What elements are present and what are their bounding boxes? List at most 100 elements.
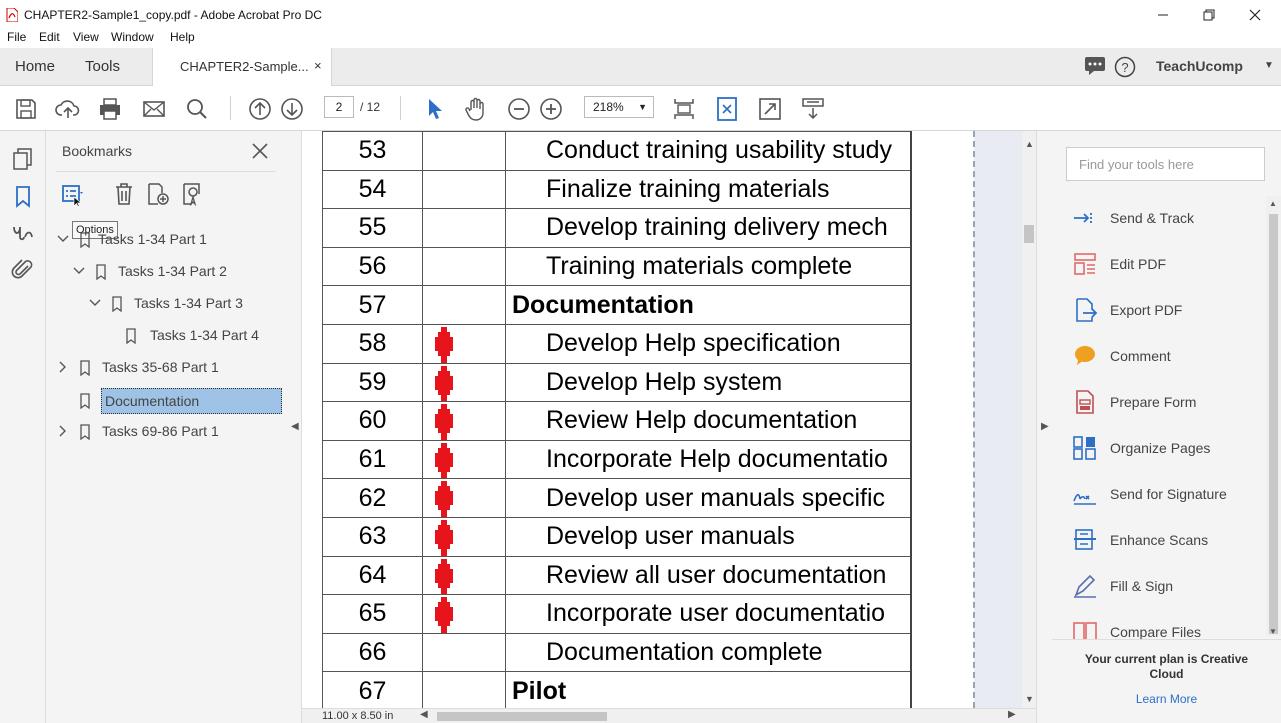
task-number: 62: [322, 478, 423, 518]
scrollbar-thumb[interactable]: [1024, 225, 1034, 243]
new-bookmark-icon[interactable]: [144, 181, 170, 207]
find-bookmark-icon[interactable]: [180, 181, 206, 207]
save-icon[interactable]: [13, 96, 39, 122]
tool-fill-sign[interactable]: Fill & Sign: [1072, 571, 1262, 601]
bookmark-item[interactable]: Tasks 1-34 Part 4: [104, 325, 276, 347]
scroll-down-icon[interactable]: ▼: [1025, 694, 1034, 704]
fit-page-icon[interactable]: [714, 96, 740, 122]
attachments-icon[interactable]: [11, 258, 35, 282]
scroll-right-icon[interactable]: ▶: [1008, 709, 1016, 720]
close-panel-icon[interactable]: [250, 141, 270, 161]
page-thumbnails-icon[interactable]: [11, 147, 35, 171]
bookmark-item[interactable]: Tasks 35-68 Part 1: [56, 357, 276, 379]
find-tools-input[interactable]: Find your tools here: [1066, 147, 1265, 181]
tool-enhance-scans[interactable]: Enhance Scans: [1072, 525, 1262, 555]
restore-button[interactable]: [1186, 0, 1232, 28]
menu-view[interactable]: View: [73, 30, 99, 44]
collapse-right-icon[interactable]: ▶: [1041, 421, 1049, 432]
task-name: Finalize training materials: [505, 169, 912, 210]
scroll-up-icon[interactable]: ▲: [1269, 199, 1277, 208]
task-table: 53 Conduct training usability study 54 Fina…: [322, 131, 912, 708]
chevron-down-icon[interactable]: [72, 264, 86, 278]
bookmarks-panel-icon[interactable]: [11, 184, 35, 208]
document-vertical-scrollbar[interactable]: ▲ ▼: [1022, 131, 1036, 708]
next-page-icon[interactable]: [279, 96, 305, 122]
email-icon[interactable]: [141, 96, 167, 122]
help-icon[interactable]: ?: [1114, 56, 1136, 78]
print-icon[interactable]: [97, 96, 123, 122]
tool-comment[interactable]: Comment: [1072, 341, 1262, 371]
scrollbar-thumb[interactable]: [1269, 214, 1278, 634]
menu-file[interactable]: File: [7, 30, 26, 44]
page-display-icon[interactable]: [671, 96, 697, 122]
horizontal-scrollbar-thumb[interactable]: [437, 712, 607, 721]
close-icon: [1249, 9, 1261, 21]
zoom-out-icon[interactable]: [506, 96, 532, 122]
menu-help[interactable]: Help: [170, 30, 195, 44]
task-row: 59 Develop Help system: [322, 362, 912, 403]
task-row: 66 Documentation complete: [322, 632, 912, 673]
zoom-in-icon[interactable]: [538, 96, 564, 122]
bookmark-options-icon[interactable]: [60, 181, 86, 207]
chevron-right-icon[interactable]: [56, 424, 70, 438]
tab-document[interactable]: CHAPTER2-Sample... ×: [152, 48, 332, 86]
scroll-left-icon[interactable]: ◀: [420, 709, 428, 720]
close-tab-button[interactable]: ×: [314, 58, 322, 73]
minimize-button[interactable]: [1140, 0, 1186, 28]
task-row: 56 Training materials complete: [322, 246, 912, 287]
task-number: 60: [322, 401, 423, 441]
task-row: 57 Documentation: [322, 285, 912, 325]
task-number: 63: [322, 516, 423, 557]
task-name: Review Help documentation: [505, 401, 912, 441]
table-border: [910, 131, 912, 708]
chevron-down-icon[interactable]: [88, 296, 102, 310]
bookmark-item[interactable]: Tasks 69-86 Part 1: [56, 421, 276, 443]
read-mode-icon[interactable]: [800, 96, 826, 122]
chevron-right-icon[interactable]: [56, 360, 70, 374]
tools-pane-scrollbar[interactable]: ▲ ▼: [1266, 196, 1281, 636]
tool-export-pdf[interactable]: Export PDF: [1072, 295, 1262, 325]
bookmark-item[interactable]: Tasks 1-34 Part 3: [88, 293, 276, 315]
zoom-level-select[interactable]: 218% ▼: [584, 96, 654, 118]
tab-tools[interactable]: Tools: [85, 58, 120, 75]
collapse-left-icon[interactable]: ◀: [291, 421, 299, 432]
task-row: 62 Develop user manuals specific: [322, 478, 912, 518]
tool-label: Enhance Scans: [1110, 532, 1209, 548]
comment-icon[interactable]: [1084, 56, 1106, 76]
delete-bookmark-icon[interactable]: [111, 181, 137, 207]
bookmark-item-selected[interactable]: Documentation: [56, 388, 286, 416]
indicator-cell: [422, 671, 506, 708]
tool-organize-pages[interactable]: Organize Pages: [1072, 433, 1262, 463]
document-viewport[interactable]: 53 Conduct training usability study 54 Fina…: [302, 131, 1022, 708]
scroll-up-icon[interactable]: ▲: [1025, 139, 1034, 149]
signatures-panel-icon[interactable]: [11, 221, 35, 245]
left-panel-collapse-handle[interactable]: ◀: [288, 131, 302, 723]
section-heading: Pilot: [505, 671, 912, 708]
select-cursor-icon[interactable]: [421, 96, 447, 122]
tool-prepare-form[interactable]: Prepare Form: [1072, 387, 1262, 417]
menu-edit[interactable]: Edit: [39, 30, 60, 44]
account-dropdown-icon[interactable]: ▼: [1264, 60, 1274, 71]
user-account[interactable]: TeachUcomp: [1156, 58, 1243, 74]
tool-send-signature[interactable]: Send for Signature: [1072, 479, 1262, 509]
chevron-down-icon[interactable]: [56, 232, 70, 246]
hand-tool-icon[interactable]: [463, 96, 489, 122]
right-panel-collapse-handle[interactable]: ▶: [1036, 131, 1052, 723]
scroll-down-icon[interactable]: ▼: [1269, 627, 1277, 636]
search-icon[interactable]: [184, 96, 210, 122]
full-screen-icon[interactable]: [757, 96, 783, 122]
svg-text:?: ?: [1121, 60, 1128, 75]
bookmark-item[interactable]: Tasks 1-34 Part 1: [56, 229, 276, 251]
tool-edit-pdf[interactable]: Edit PDF: [1072, 249, 1262, 279]
cloud-upload-icon[interactable]: [55, 96, 81, 122]
menu-window[interactable]: Window: [111, 30, 154, 44]
close-window-button[interactable]: [1232, 0, 1278, 28]
page-number-input[interactable]: 2: [324, 96, 354, 118]
task-number: 66: [322, 632, 423, 673]
previous-page-icon[interactable]: [247, 96, 273, 122]
bookmark-item[interactable]: Tasks 1-34 Part 2: [72, 261, 276, 283]
tab-home[interactable]: Home: [15, 58, 55, 75]
bookmark-label[interactable]: Documentation: [101, 388, 282, 414]
learn-more-link[interactable]: Learn More: [1052, 692, 1281, 706]
tool-send-track[interactable]: Send & Track: [1072, 203, 1262, 233]
